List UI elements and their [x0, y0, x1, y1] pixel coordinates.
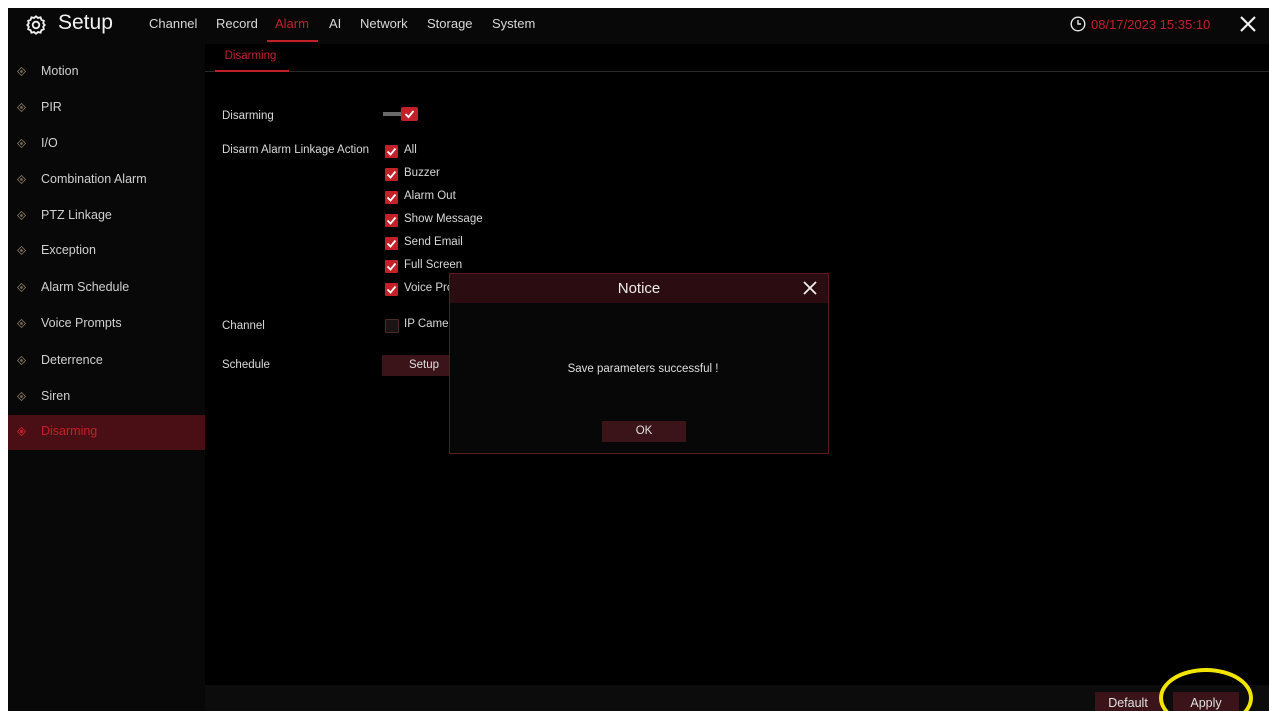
close-icon[interactable]	[1238, 14, 1258, 34]
bullet-icon	[17, 67, 26, 76]
checkbox-checked	[385, 237, 398, 250]
disarming-toggle-track	[383, 112, 403, 116]
tab-ai[interactable]: AI	[329, 16, 341, 31]
subtab-bar: Disarming	[205, 44, 1269, 72]
sidebar-item-label: Voice Prompts	[41, 316, 122, 330]
disarming-toggle[interactable]	[401, 107, 418, 121]
bullet-icon	[17, 103, 26, 112]
tab-channel[interactable]: Channel	[149, 16, 197, 31]
sidebar-item-label: Alarm Schedule	[41, 280, 130, 294]
tab-system[interactable]: System	[492, 16, 535, 31]
active-tab-indicator	[267, 40, 318, 42]
sidebar-item-label: Motion	[41, 64, 79, 78]
datetime-display: 08/17/2023 15:35:10	[1091, 17, 1211, 32]
schedule-label: Schedule	[222, 359, 270, 371]
bullet-icon	[17, 175, 26, 184]
sidebar: Motion PIR I/O Combination Alarm PTZ Lin…	[8, 44, 205, 711]
channel-label: Channel	[222, 320, 265, 332]
gear-icon	[26, 15, 46, 35]
top-bar: Setup Channel Record Alarm AI Network St…	[8, 8, 1269, 44]
bullet-icon	[17, 139, 26, 148]
dialog-message: Save parameters successful !	[567, 363, 719, 375]
check-icon	[386, 147, 397, 156]
check-icon	[386, 262, 397, 271]
sidebar-item-label: PIR	[41, 100, 62, 114]
checkbox-checked	[385, 214, 398, 227]
bullet-icon	[17, 392, 26, 401]
checkbox-checked	[385, 191, 398, 204]
checkbox-label: Show Message	[404, 213, 483, 225]
sidebar-item-label: PTZ Linkage	[41, 208, 112, 222]
sidebar-item-label: Combination Alarm	[41, 172, 147, 186]
bullet-icon	[17, 211, 26, 220]
notice-dialog: Notice Save parameters successful ! OK	[449, 273, 829, 454]
default-button[interactable]: Default	[1095, 692, 1161, 711]
sidebar-item-siren[interactable]: Siren	[8, 380, 205, 415]
bullet-icon	[17, 283, 26, 292]
disarming-label: Disarming	[222, 110, 274, 122]
highlight-annotation	[1159, 668, 1253, 711]
checkbox-checked	[385, 168, 398, 181]
bullet-icon	[17, 356, 26, 365]
checkbox-label: Buzzer	[404, 167, 440, 179]
checkbox-unchecked	[385, 319, 399, 333]
sidebar-item-label: Disarming	[41, 424, 98, 438]
sidebar-item-label: Exception	[41, 243, 96, 257]
tab-storage[interactable]: Storage	[427, 16, 473, 31]
check-icon	[386, 285, 397, 294]
tab-network[interactable]: Network	[360, 16, 408, 31]
sidebar-item-io[interactable]: I/O	[8, 127, 205, 162]
checkbox-checked	[385, 260, 398, 273]
sidebar-item-ptz-linkage[interactable]: PTZ Linkage	[8, 199, 205, 234]
bullet-icon	[17, 427, 26, 436]
linkage-action-label: Disarm Alarm Linkage Action	[222, 144, 370, 156]
sidebar-item-pir[interactable]: PIR	[8, 91, 205, 126]
dialog-title: Notice	[617, 280, 661, 297]
checkbox-checked	[385, 145, 398, 158]
close-icon[interactable]	[802, 280, 818, 296]
bullet-icon	[17, 319, 26, 328]
sidebar-item-alarm-schedule[interactable]: Alarm Schedule	[8, 271, 205, 306]
sidebar-item-combination-alarm[interactable]: Combination Alarm	[8, 163, 205, 198]
clock-icon	[1070, 16, 1086, 32]
subtab-disarming[interactable]: Disarming	[217, 50, 284, 68]
sidebar-item-motion[interactable]: Motion	[8, 55, 205, 90]
sidebar-item-voice-prompts[interactable]: Voice Prompts	[8, 307, 205, 342]
ok-button[interactable]: OK	[602, 421, 686, 442]
sidebar-item-exception[interactable]: Exception	[8, 234, 205, 269]
check-icon	[386, 193, 397, 202]
sidebar-item-deterrence[interactable]: Deterrence	[8, 344, 205, 379]
check-icon	[404, 110, 415, 119]
tab-alarm[interactable]: Alarm	[275, 16, 309, 31]
sidebar-item-disarming[interactable]: Disarming	[8, 415, 205, 450]
dialog-header: Notice	[450, 274, 828, 303]
sidebar-item-label: Deterrence	[41, 353, 103, 367]
bullet-icon	[17, 246, 26, 255]
checkbox-label: Send Email	[404, 236, 463, 248]
page-title: Setup	[58, 11, 113, 34]
check-icon	[386, 216, 397, 225]
checkbox-label: All	[404, 144, 417, 156]
tab-record[interactable]: Record	[216, 16, 258, 31]
check-icon	[386, 239, 397, 248]
check-icon	[386, 170, 397, 179]
checkbox-checked	[385, 283, 398, 296]
checkbox-label: Alarm Out	[404, 190, 456, 202]
sidebar-item-label: Siren	[41, 389, 71, 403]
sidebar-item-label: I/O	[41, 136, 58, 150]
checkbox-label: Full Screen	[404, 259, 463, 271]
active-subtab-indicator	[215, 70, 289, 72]
app-window: Setup Channel Record Alarm AI Network St…	[8, 8, 1269, 711]
